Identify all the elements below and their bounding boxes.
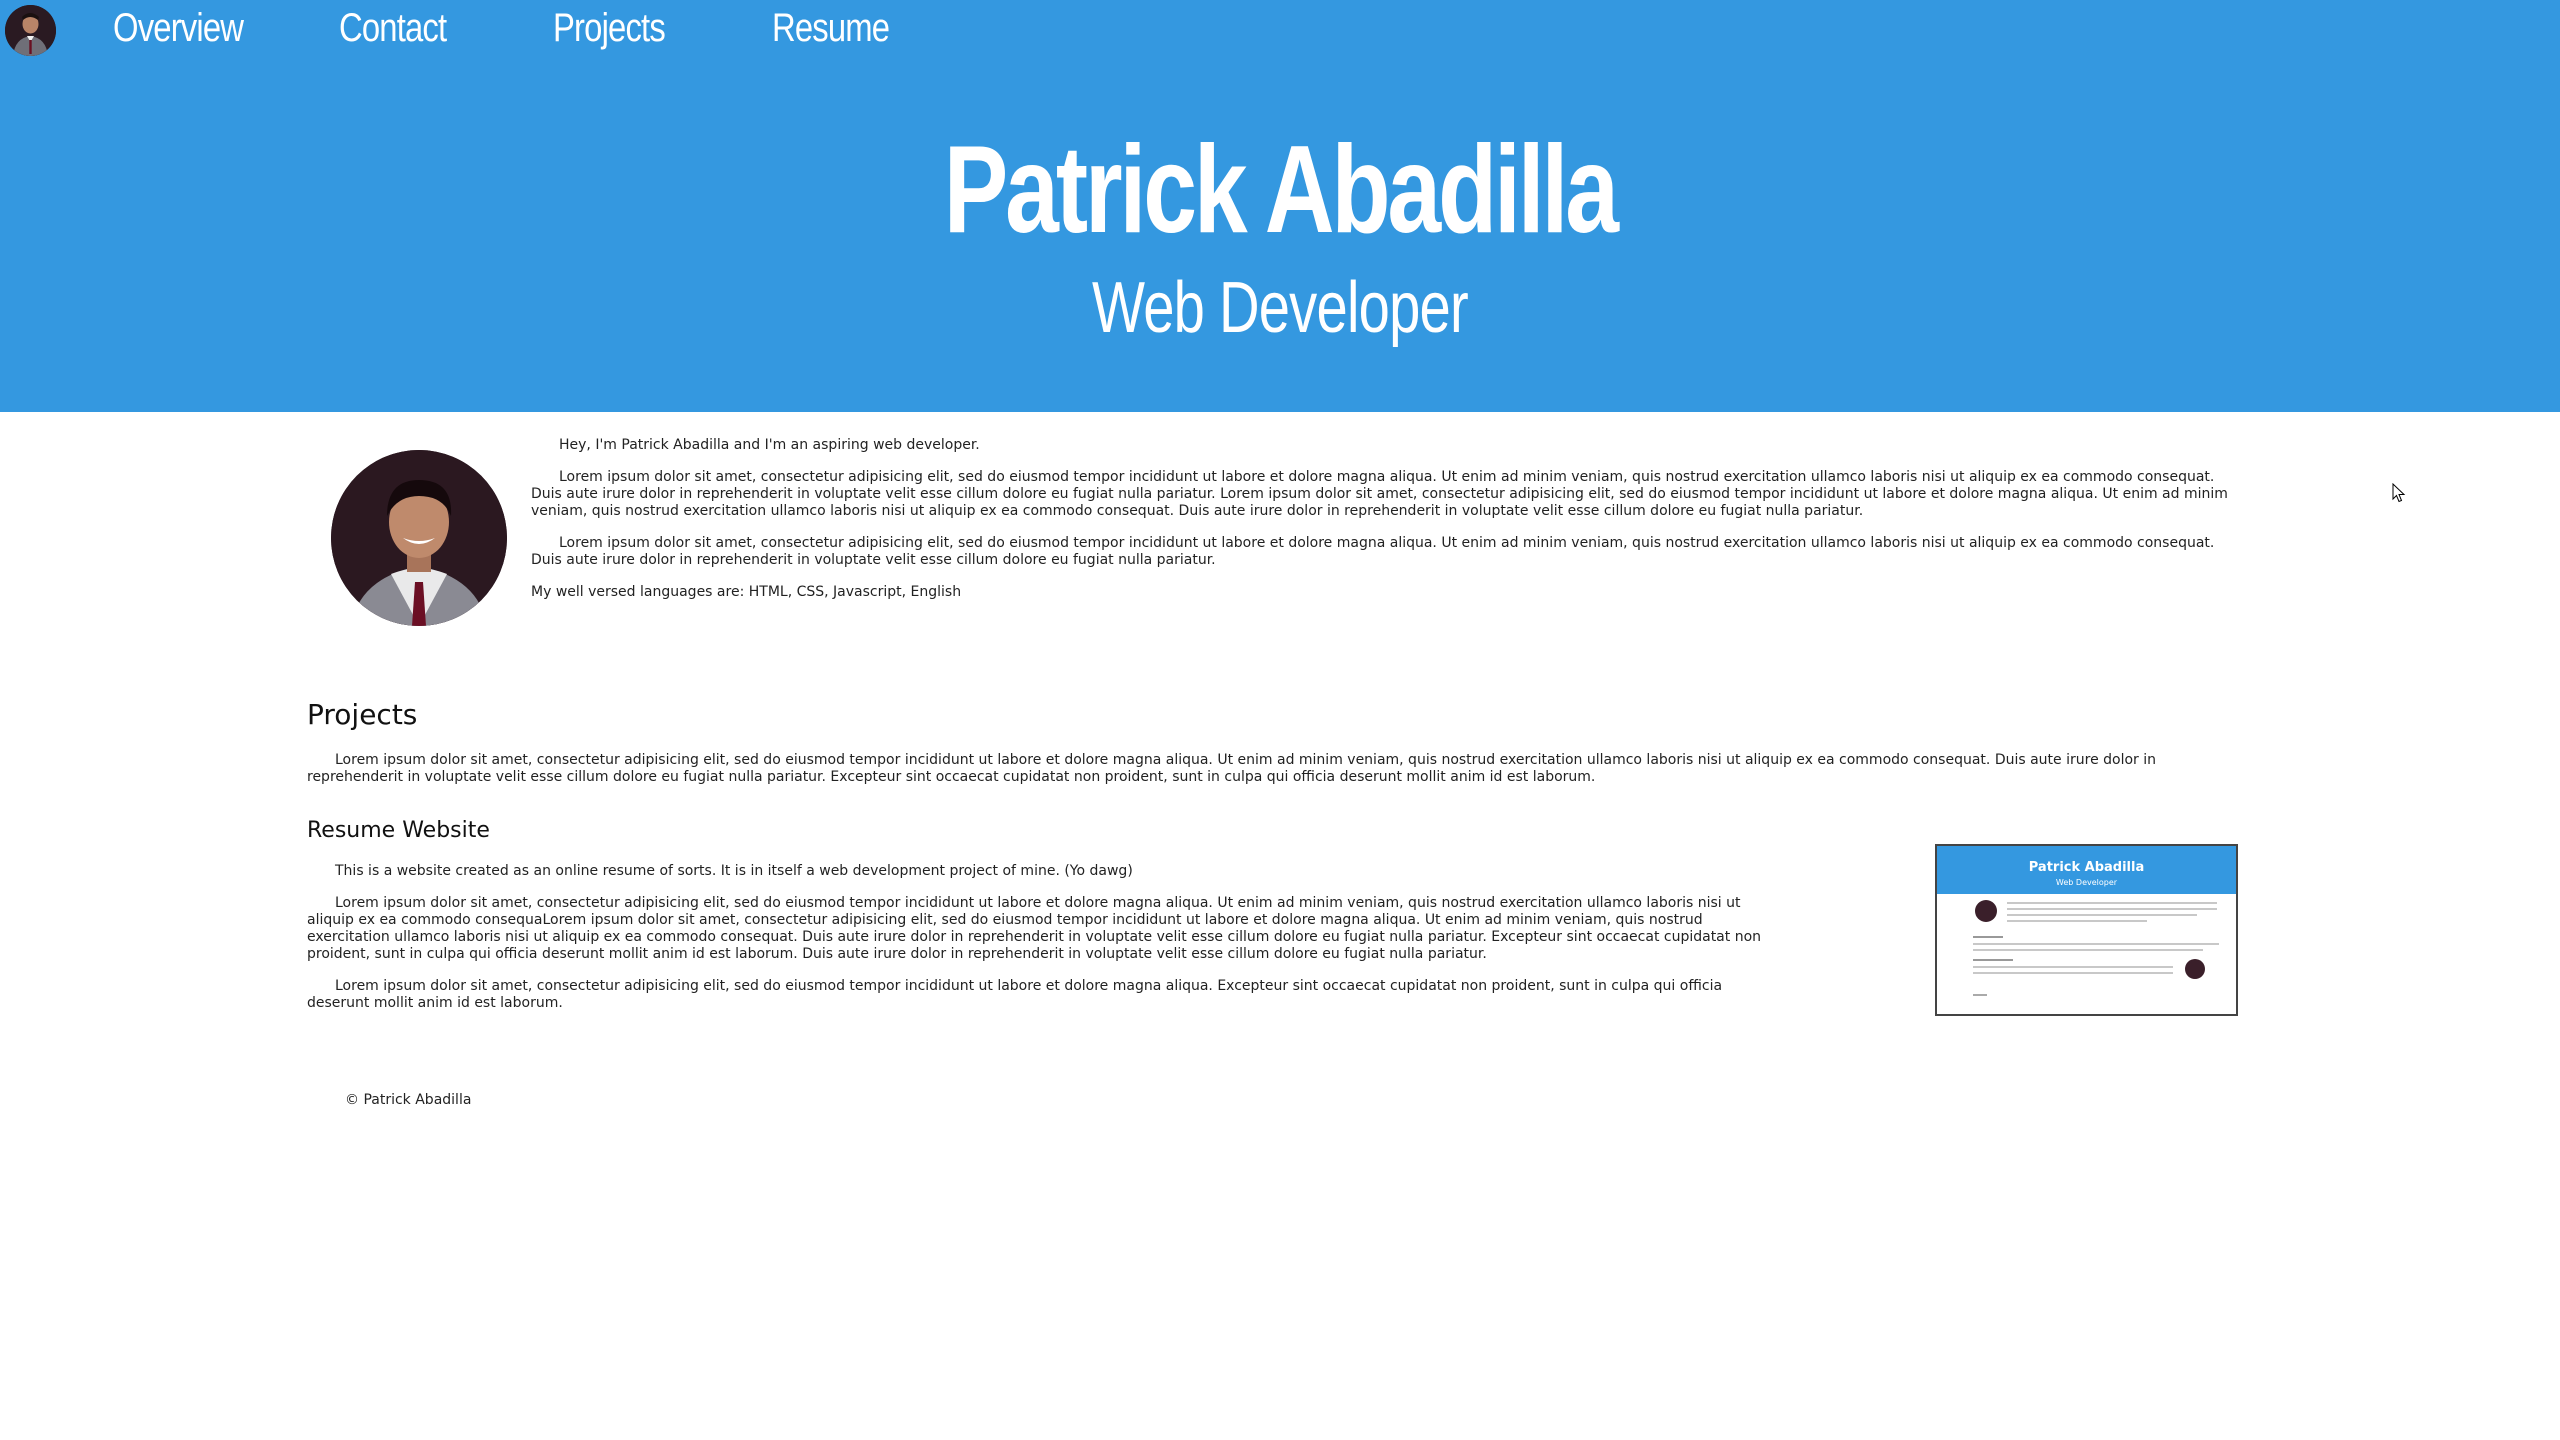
thumbnail-header: Patrick Abadilla Web Developer: [1937, 846, 2236, 894]
thumbnail-subtitle: Web Developer: [2055, 878, 2118, 887]
project-paragraph-1: This is a website created as an online r…: [335, 863, 1133, 879]
thumbnail-name: Patrick Abadilla: [2028, 860, 2145, 875]
avatar-icon: [5, 5, 56, 56]
nav-link-overview[interactable]: Overview: [113, 6, 244, 51]
thumbnail-text-line: [2007, 908, 2217, 910]
nav-link-contact[interactable]: Contact: [339, 6, 447, 51]
hero-name: Patrick Abadilla: [0, 120, 2560, 260]
thumbnail-text-line: [1973, 959, 2013, 961]
project-paragraph-2: Lorem ipsum dolor sit amet, consectetur …: [307, 895, 1762, 962]
project-body: This is a website created as an online r…: [307, 863, 1769, 1027]
thumbnail-text-line: [1973, 994, 1987, 996]
project-thumbnail[interactable]: Patrick Abadilla Web Developer: [1935, 844, 2238, 1016]
footer-copyright: © Patrick Abadilla: [345, 1092, 472, 1108]
thumbnail-avatar: [1975, 900, 1997, 922]
thumbnail-text-line: [1973, 949, 2203, 951]
thumbnail-text-line: [1973, 943, 2219, 945]
profile-photo: [331, 450, 507, 626]
intro-greeting: Hey, I'm Patrick Abadilla and I'm an asp…: [559, 437, 980, 453]
profile-photo-image: [331, 450, 507, 626]
intro-paragraph-1: Lorem ipsum dolor sit amet, consectetur …: [531, 469, 2228, 519]
mouse-pointer-icon: [2392, 483, 2406, 503]
hero-title: Web Developer: [0, 268, 2560, 348]
hero-title-text: Web Developer: [1092, 268, 1469, 348]
projects-description: Lorem ipsum dolor sit amet, consectetur …: [307, 752, 2157, 785]
nav-link-projects[interactable]: Projects: [553, 6, 666, 51]
thumbnail-text-line: [1973, 936, 2003, 938]
nav-link-resume[interactable]: Resume: [772, 6, 890, 51]
thumbnail-mini-image: [2185, 959, 2205, 979]
intro-text: Hey, I'm Patrick Abadilla and I'm an asp…: [531, 437, 2249, 616]
header-banner: Overview Contact Projects Resume Patrick…: [0, 0, 2560, 412]
thumbnail-text-line: [1973, 972, 2173, 974]
thumbnail-text-line: [2007, 914, 2197, 916]
hero-name-text: Patrick Abadilla: [943, 121, 1619, 259]
projects-heading: Projects: [307, 698, 418, 731]
nav-avatar[interactable]: [5, 5, 56, 56]
project-paragraph-3: Lorem ipsum dolor sit amet, consectetur …: [307, 978, 1723, 1011]
thumbnail-text-line: [2007, 920, 2147, 922]
intro-languages: My well versed languages are: HTML, CSS,…: [531, 584, 962, 600]
thumbnail-text-line: [1973, 966, 2173, 968]
project-title-resume-website: Resume Website: [307, 818, 490, 843]
thumbnail-text-line: [2007, 902, 2217, 904]
intro-paragraph-2: Lorem ipsum dolor sit amet, consectetur …: [531, 535, 2215, 568]
